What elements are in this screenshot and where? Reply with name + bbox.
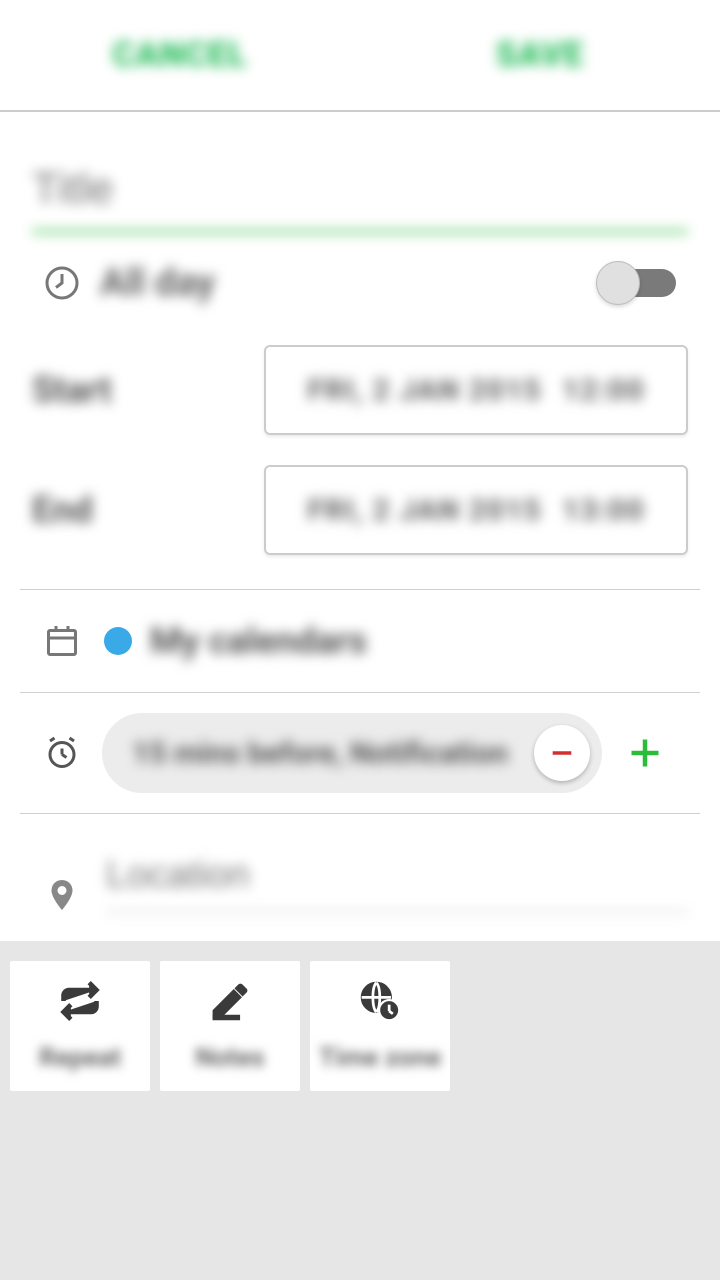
reminder-pill[interactable]: 15 mins before, Notification: [102, 713, 602, 793]
start-row: Start FRI, 2 JAN 2015 12:00: [20, 333, 700, 447]
end-date: FRI, 2 JAN 2015: [307, 493, 541, 528]
timezone-button[interactable]: Time zone: [310, 961, 450, 1091]
end-datetime-picker[interactable]: FRI, 2 JAN 2015 13:00: [264, 465, 688, 555]
repeat-icon: [58, 979, 102, 1027]
calendar-name: My calendars: [150, 620, 367, 662]
calendar-icon: [44, 623, 80, 659]
end-row: End FRI, 2 JAN 2015 13:00: [20, 453, 700, 567]
calendar-row[interactable]: My calendars: [20, 590, 700, 693]
event-form: All day Start FRI, 2 JAN 2015 12:00 End …: [0, 112, 720, 941]
reminder-text: 15 mins before, Notification: [132, 736, 508, 771]
repeat-button[interactable]: Repeat: [10, 961, 150, 1091]
start-datetime-picker[interactable]: FRI, 2 JAN 2015 12:00: [264, 345, 688, 435]
globe-clock-icon: [358, 979, 402, 1027]
allday-row: All day: [20, 233, 700, 333]
notes-label: Notes: [195, 1043, 264, 1073]
start-time: 12:00: [562, 373, 645, 408]
notes-button[interactable]: Notes: [160, 961, 300, 1091]
clock-icon: [44, 265, 80, 301]
start-label: Start: [32, 369, 264, 411]
bottom-bar: Repeat Notes Time zone: [0, 941, 720, 1111]
alarm-icon: [44, 735, 80, 771]
end-label: End: [32, 489, 264, 531]
repeat-label: Repeat: [39, 1043, 121, 1073]
allday-toggle[interactable]: [600, 269, 676, 297]
notes-icon: [208, 979, 252, 1027]
end-time: 13:00: [562, 493, 645, 528]
add-reminder-button[interactable]: [602, 735, 688, 771]
timezone-label: Time zone: [319, 1043, 441, 1073]
location-input[interactable]: [106, 834, 688, 913]
remove-reminder-button[interactable]: [534, 725, 590, 781]
header-bar: CANCEL SAVE: [0, 0, 720, 112]
location-row: [20, 814, 700, 941]
title-input[interactable]: [32, 142, 688, 233]
calendar-color-dot: [104, 627, 132, 655]
reminder-row: 15 mins before, Notification: [20, 693, 700, 814]
toggle-knob: [596, 261, 640, 305]
title-row: [20, 112, 700, 233]
start-date: FRI, 2 JAN 2015: [307, 373, 541, 408]
location-icon: [44, 877, 80, 913]
save-button[interactable]: SAVE: [360, 35, 720, 75]
allday-label: All day: [100, 261, 600, 305]
cancel-button[interactable]: CANCEL: [0, 35, 360, 75]
